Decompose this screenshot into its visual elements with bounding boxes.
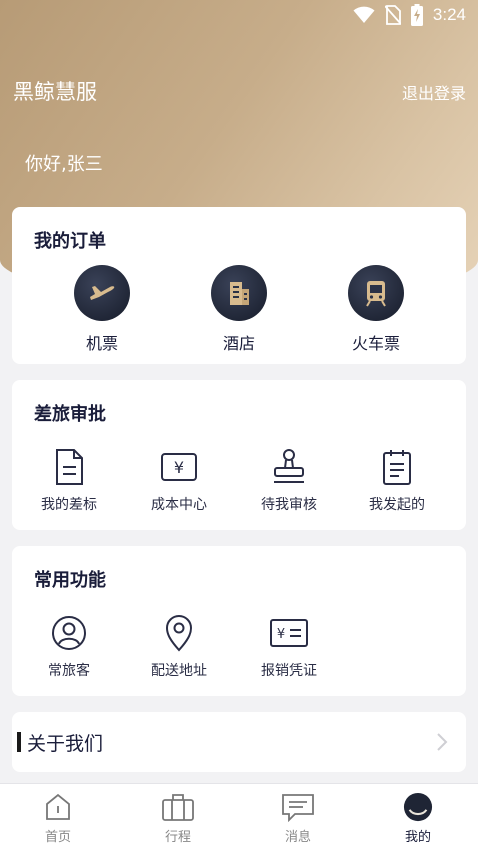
function-delivery-address-label: 配送地址: [151, 663, 207, 679]
no-sim-icon: [384, 5, 401, 25]
about-us-row[interactable]: 关于我们: [12, 712, 466, 772]
svg-text:¥: ¥: [174, 458, 184, 477]
approval-initiated[interactable]: 我发起的: [347, 448, 447, 514]
order-train-label: 火车票: [351, 334, 400, 353]
airplane-icon: [74, 265, 130, 321]
location-icon: [165, 615, 193, 652]
wifi-icon: [353, 6, 375, 23]
yen-icon: ¥: [161, 453, 197, 481]
bottom-tab-bar: 首页 行程 消息 我的: [0, 783, 478, 850]
tab-home-label: 首页: [44, 830, 71, 845]
function-reimbursement[interactable]: ¥ 报销凭证: [239, 614, 339, 680]
function-frequent-traveler[interactable]: 常旅客: [19, 614, 119, 680]
greeting-text: 你好,张三: [25, 154, 103, 175]
status-bar: 3:24: [0, 0, 478, 30]
approval-initiated-label: 我发起的: [369, 497, 425, 513]
tab-mine[interactable]: 我的: [378, 792, 458, 845]
tab-itinerary[interactable]: 行程: [138, 792, 218, 845]
function-delivery-address[interactable]: 配送地址: [129, 614, 229, 680]
hotel-icon: [211, 265, 267, 321]
battery-charging-icon: [410, 4, 423, 26]
order-hotel[interactable]: 酒店: [194, 265, 284, 354]
luggage-icon: [162, 794, 194, 821]
tab-mine-label: 我的: [404, 830, 431, 845]
approval-my-standard-label: 我的差标: [41, 497, 97, 513]
message-icon: [282, 794, 314, 822]
function-frequent-traveler-label: 常旅客: [48, 663, 90, 679]
clipboard-icon: [383, 450, 411, 485]
function-reimbursement-label: 报销凭证: [261, 663, 317, 679]
functions-title: 常用功能: [34, 570, 106, 591]
train-icon: [348, 265, 404, 321]
order-flight[interactable]: 机票: [57, 265, 147, 354]
document-icon: [56, 449, 83, 485]
svg-text:¥: ¥: [277, 627, 285, 642]
profile-icon: [403, 792, 433, 822]
approval-pending-label: 待我审核: [261, 497, 317, 513]
tab-itinerary-label: 行程: [164, 830, 191, 845]
order-hotel-label: 酒店: [222, 334, 255, 353]
chevron-right-icon: [437, 733, 448, 751]
tab-home[interactable]: 首页: [18, 792, 98, 845]
approval-pending[interactable]: 待我审核: [239, 448, 339, 514]
tab-messages-label: 消息: [284, 830, 311, 845]
approval-cost-center-label: 成本中心: [151, 497, 207, 513]
functions-card: 常用功能 常旅客 配送地址 ¥ 报销凭证: [12, 546, 466, 696]
approval-cost-center[interactable]: ¥ 成本中心: [129, 448, 229, 514]
approval-card: 差旅审批 我的差标 ¥ 成本中心 待我审核 我发起的: [12, 380, 466, 530]
orders-card: 我的订单 机票 酒店 火车票: [12, 207, 466, 364]
approval-my-standard[interactable]: 我的差标: [19, 448, 119, 514]
status-time: 3:24: [432, 5, 466, 24]
about-accent-bar: [17, 732, 21, 752]
about-us-label: 关于我们: [27, 732, 104, 755]
orders-title: 我的订单: [34, 231, 106, 252]
order-train[interactable]: 火车票: [331, 265, 421, 354]
stamp-icon: [274, 449, 304, 483]
app-title: 黑鲸慧服: [13, 80, 97, 104]
user-icon: [52, 616, 86, 650]
order-flight-label: 机票: [85, 334, 118, 353]
receipt-icon: ¥: [270, 619, 308, 647]
logout-button[interactable]: 退出登录: [402, 80, 466, 104]
home-icon: [46, 793, 70, 820]
tab-messages[interactable]: 消息: [258, 792, 338, 845]
approval-title: 差旅审批: [34, 404, 106, 425]
